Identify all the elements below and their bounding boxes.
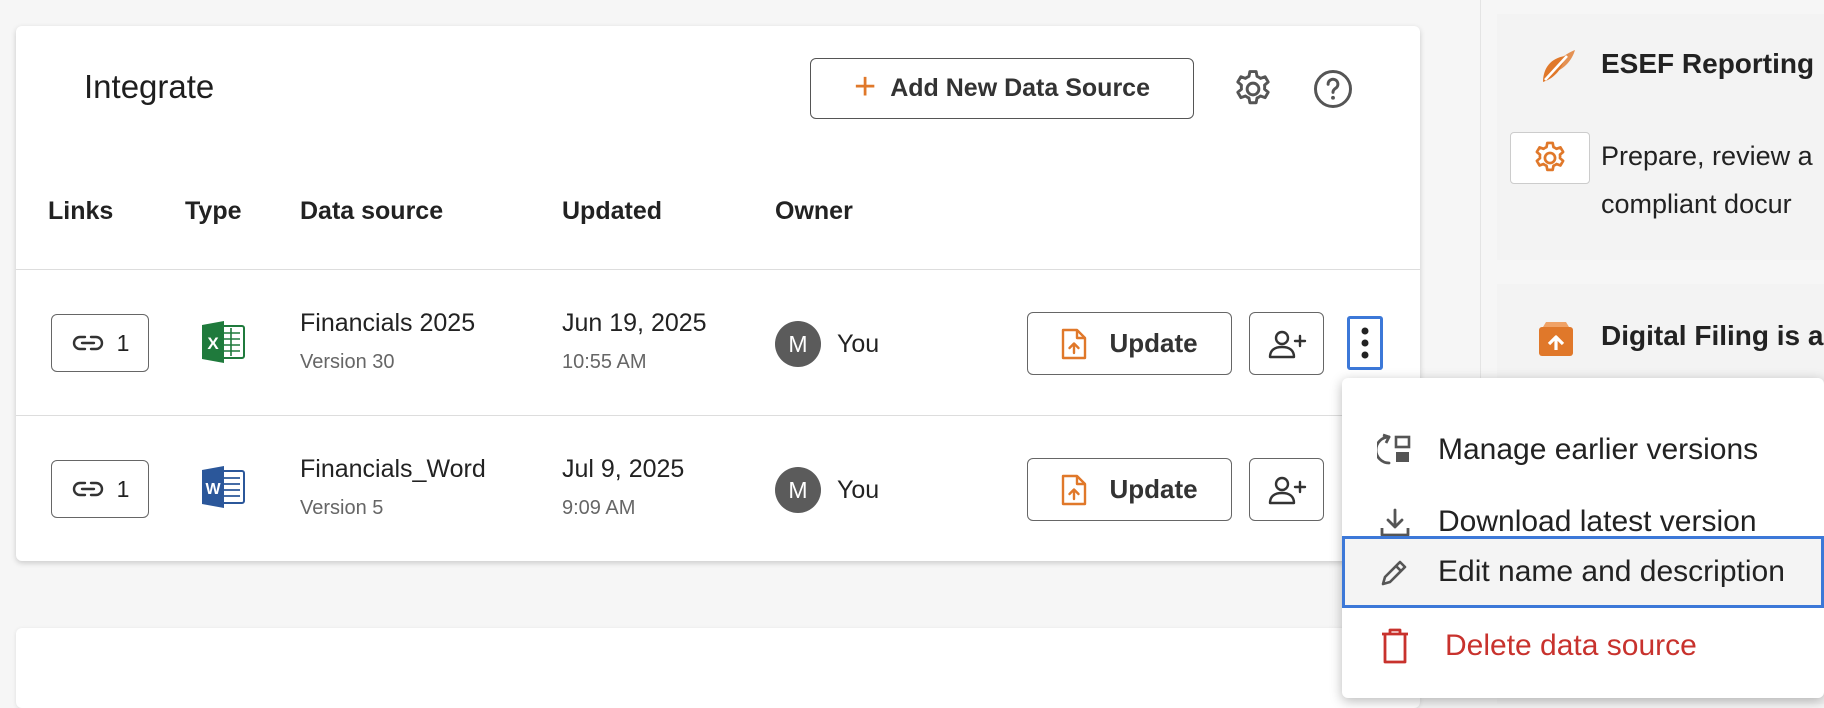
column-header-type: Type: [185, 197, 242, 225]
links-count: 1: [116, 475, 130, 502]
avatar: M: [775, 467, 821, 513]
updated-time: 10:55 AM: [562, 351, 647, 373]
menu-item-edit-name[interactable]: Edit name and description: [1342, 536, 1824, 608]
file-upload-icon: [1062, 474, 1087, 505]
secondary-card: [16, 628, 1420, 708]
add-data-source-label: Add New Data Source: [890, 74, 1150, 102]
menu-item-label: Download latest version: [1438, 505, 1757, 538]
share-user-button[interactable]: [1249, 458, 1324, 521]
esef-settings-button[interactable]: [1510, 132, 1590, 184]
header-divider: [16, 269, 1420, 270]
column-header-owner: Owner: [775, 197, 853, 225]
svg-text:W: W: [205, 481, 221, 498]
svg-text:X: X: [207, 334, 219, 353]
digital-filing-title: Digital Filing is a: [1601, 320, 1824, 351]
versions-icon: [1375, 433, 1415, 467]
links-count: 1: [116, 329, 130, 356]
links-count-button[interactable]: 1: [51, 460, 149, 518]
link-icon: [72, 481, 103, 497]
menu-item-manage-versions[interactable]: Manage earlier versions: [1342, 414, 1824, 486]
excel-icon: X: [200, 320, 246, 369]
column-header-data-source: Data source: [300, 197, 444, 225]
owner-name: You: [837, 476, 880, 504]
word-icon: W: [200, 465, 246, 514]
updated-date: Jun 19, 2025: [562, 309, 707, 337]
settings-gear-icon[interactable]: [1230, 66, 1276, 112]
plus-icon: +: [854, 66, 877, 108]
column-header-updated: Updated: [562, 197, 662, 225]
file-upload-icon: [1062, 328, 1087, 359]
add-user-icon: [1268, 476, 1306, 504]
menu-item-label: Delete data source: [1445, 629, 1697, 662]
share-user-button[interactable]: [1249, 312, 1324, 375]
avatar: M: [775, 321, 821, 367]
gear-icon: [1535, 141, 1565, 172]
context-menu: Manage earlier versions Download latest …: [1342, 378, 1824, 698]
esef-description-line-1: Prepare, review a: [1601, 141, 1813, 171]
data-source-version: Version 5: [300, 497, 384, 519]
updated-date: Jul 9, 2025: [562, 455, 685, 483]
digital-filing-upload-icon: [1537, 320, 1575, 363]
update-button[interactable]: Update: [1027, 458, 1232, 521]
esef-leaf-icon: [1535, 44, 1579, 93]
esef-title: ESEF Reporting: [1601, 48, 1815, 79]
add-data-source-button[interactable]: + Add New Data Source: [810, 58, 1194, 119]
add-user-icon: [1268, 330, 1306, 358]
link-icon: [72, 335, 103, 351]
updated-time: 9:09 AM: [562, 497, 636, 519]
menu-item-label: Edit name and description: [1438, 555, 1785, 588]
data-source-name[interactable]: Financials_Word: [300, 455, 486, 484]
owner-name: You: [837, 330, 880, 358]
column-header-links: Links: [48, 197, 114, 225]
menu-item-label: Manage earlier versions: [1438, 433, 1759, 466]
update-button[interactable]: Update: [1027, 312, 1232, 375]
pencil-icon: [1375, 556, 1415, 588]
download-icon: [1375, 506, 1415, 538]
links-count-button[interactable]: 1: [51, 314, 149, 372]
kebab-menu-icon: [1361, 327, 1369, 359]
trash-icon: [1375, 628, 1415, 664]
data-source-name[interactable]: Financials 2025: [300, 309, 475, 338]
row-divider: [16, 415, 1420, 416]
data-source-version: Version 30: [300, 351, 395, 373]
more-options-button[interactable]: [1347, 316, 1383, 370]
help-icon[interactable]: [1310, 66, 1356, 112]
esef-description-line-2: compliant docur: [1601, 189, 1792, 219]
update-label: Update: [1109, 474, 1198, 504]
page-title: Integrate: [84, 68, 215, 105]
menu-item-delete-data-source[interactable]: Delete data source: [1342, 610, 1824, 682]
update-label: Update: [1109, 328, 1198, 358]
